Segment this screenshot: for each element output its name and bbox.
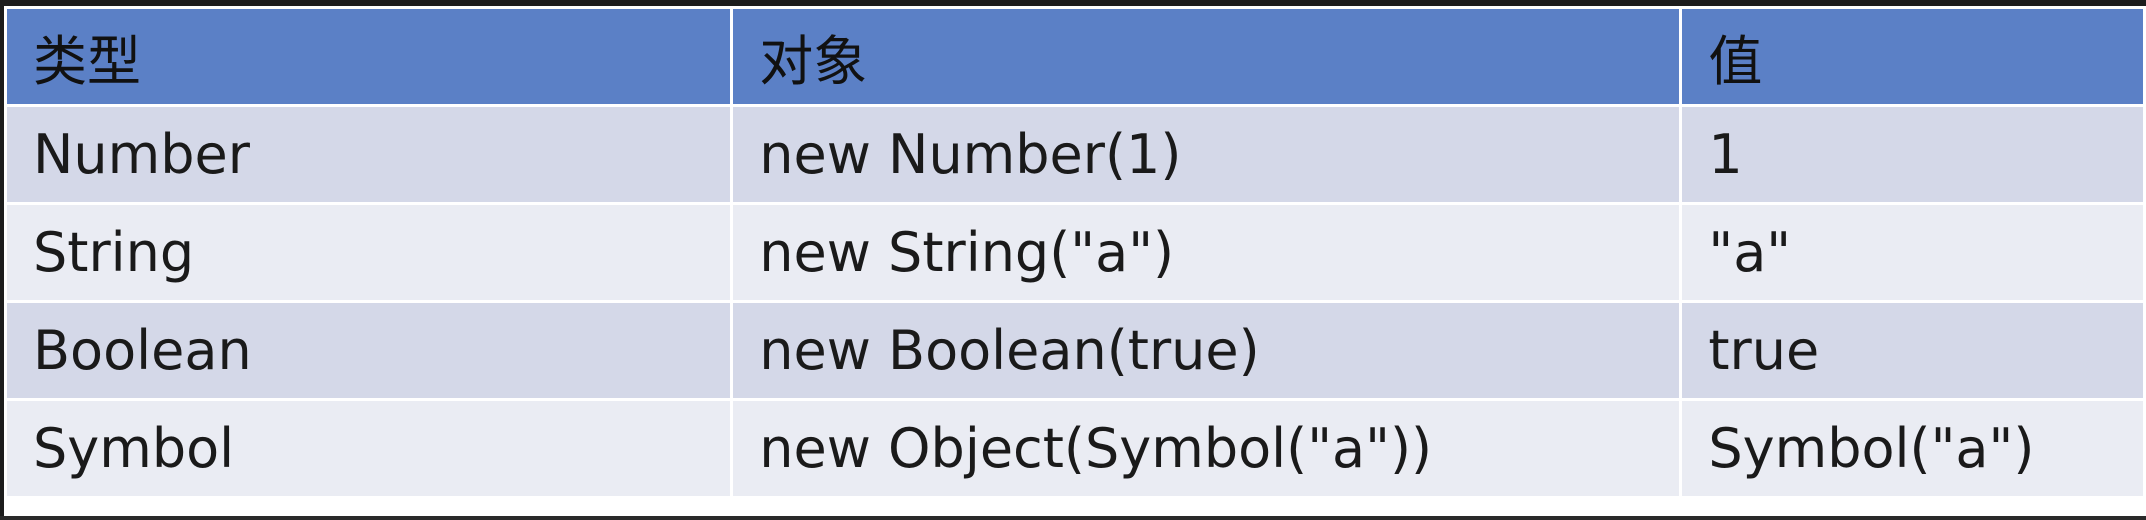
cell-value: "a" (1679, 202, 2146, 303)
cell-value: 1 (1679, 104, 2146, 205)
table-row: Symbol new Object(Symbol("a")) Symbol("a… (3, 398, 2146, 499)
cell-type: String (3, 202, 734, 303)
table-body: Number new Number(1) 1 String new String… (3, 104, 2146, 499)
table-row: Number new Number(1) 1 (3, 104, 2146, 205)
cell-value: true (1679, 300, 2146, 401)
cell-object: new Object(Symbol("a")) (730, 398, 1683, 499)
header-object: 对象 (730, 6, 1683, 107)
cell-object: new Number(1) (730, 104, 1683, 205)
table-header: 类型 对象 值 (3, 6, 2146, 107)
cell-object: new String("a") (730, 202, 1683, 303)
table-row: Boolean new Boolean(true) true (3, 300, 2146, 401)
cell-object: new Boolean(true) (730, 300, 1683, 401)
slide-table-container: 类型 对象 值 Number new Number(1) 1 String ne… (3, 6, 2146, 518)
bottom-edge-divider (0, 516, 2146, 520)
cell-type: Boolean (3, 300, 734, 401)
header-row: 类型 对象 值 (3, 6, 2146, 107)
header-value: 值 (1679, 6, 2146, 107)
cell-type: Symbol (3, 398, 734, 499)
table-row: String new String("a") "a" (3, 202, 2146, 303)
cell-value: Symbol("a") (1679, 398, 2146, 499)
wrapper-objects-table: 类型 对象 值 Number new Number(1) 1 String ne… (3, 6, 2146, 499)
cell-type: Number (3, 104, 734, 205)
header-type: 类型 (3, 6, 734, 107)
